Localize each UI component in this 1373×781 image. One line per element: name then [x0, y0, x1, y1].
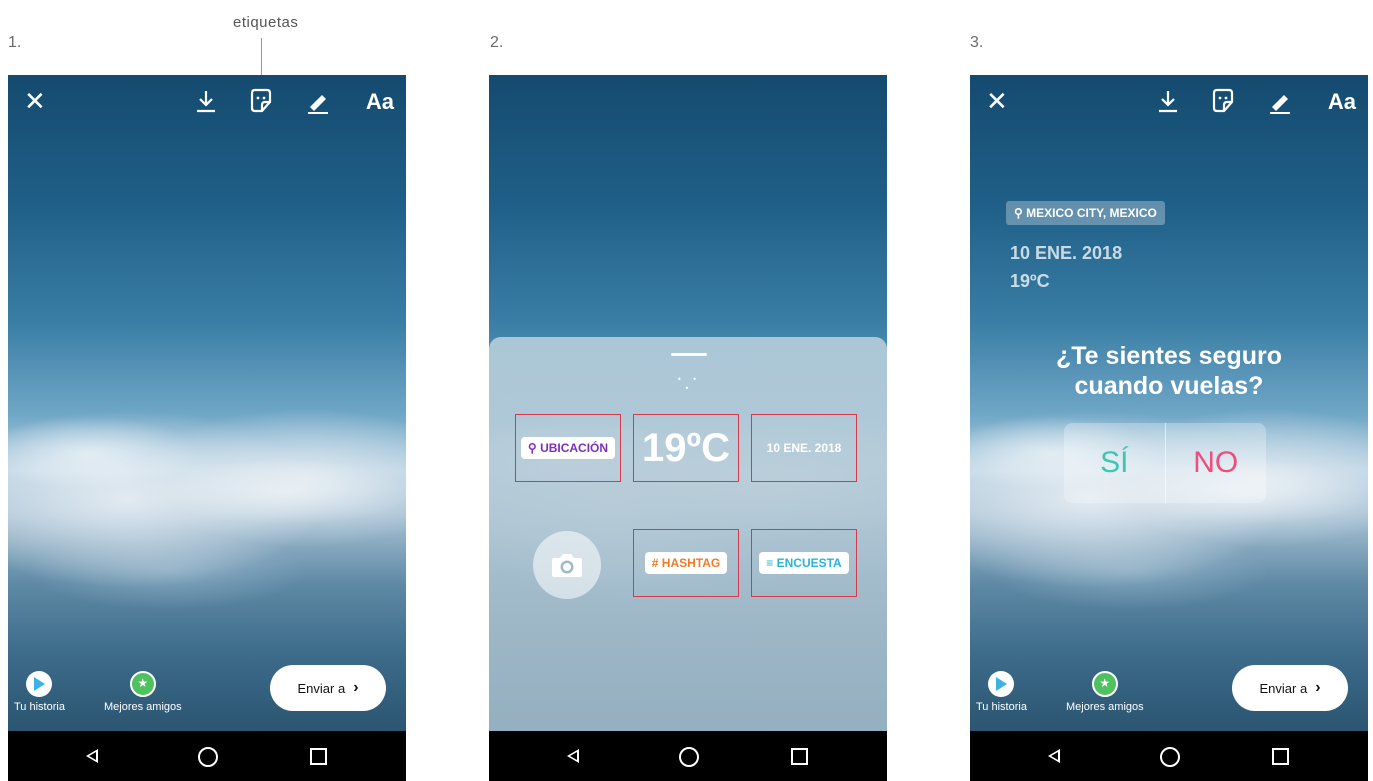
- poll-question-line-2: cuando vuelas?: [1074, 372, 1264, 400]
- poll-question-line-1: ¿Te sientes seguro: [1056, 342, 1282, 370]
- sticker-icon[interactable]: [1210, 87, 1236, 119]
- text-icon[interactable]: Aa: [366, 87, 394, 117]
- recent-apps-icon[interactable]: [1272, 748, 1289, 765]
- your-story-button[interactable]: Tu historia: [14, 671, 65, 713]
- hashtag-sticker-label: # HASHTAG: [644, 552, 728, 574]
- send-to-button[interactable]: Enviar a ›: [1232, 665, 1348, 711]
- poll-sticker-label: ≡ ENCUESTA: [759, 552, 849, 574]
- send-to-label: Enviar a: [297, 680, 346, 696]
- location-sticker[interactable]: ⚲ UBICACIÓN: [515, 414, 621, 482]
- your-story-label: Tu historia: [14, 701, 65, 713]
- close-icon[interactable]: ✕: [24, 87, 46, 117]
- temperature-sticker[interactable]: 19ºC: [633, 414, 739, 482]
- location-pin-icon: ⚲: [1014, 206, 1023, 220]
- date-sticker[interactable]: 10 ENE. 2018: [751, 414, 857, 482]
- poll-sticker[interactable]: ≡ ENCUESTA: [751, 529, 857, 597]
- phone-screen-2: • • • ⚲ UBICACIÓN 19ºC 10 ENE. 2018 # HA…: [489, 75, 887, 781]
- editor-toolbar: ✕ Aa: [970, 87, 1368, 117]
- poll-question[interactable]: ¿Te sientes seguro cuando vuelas?: [970, 341, 1368, 401]
- phone-screen-1: ✕ Aa Tu historia Mejores amigos Enviar a…: [8, 75, 406, 781]
- sticker-icon[interactable]: [248, 87, 274, 119]
- close-friends-label: Mejores amigos: [1066, 701, 1144, 713]
- cloud-layer: [970, 375, 1368, 635]
- tray-handle[interactable]: [671, 353, 707, 356]
- location-sticker-label: ⚲ UBICACIÓN: [520, 437, 616, 459]
- poll-widget: SÍ NO: [1064, 423, 1266, 503]
- step-number-3: 3.: [970, 34, 984, 51]
- download-icon[interactable]: [194, 87, 218, 119]
- camera-icon: [552, 554, 582, 577]
- back-icon[interactable]: [1048, 749, 1060, 763]
- sticker-tray: • • • ⚲ UBICACIÓN 19ºC 10 ENE. 2018 # HA…: [489, 337, 887, 731]
- text-icon[interactable]: Aa: [1328, 87, 1356, 117]
- poll-option-no[interactable]: NO: [1166, 423, 1267, 503]
- temperature-sticker-label: 19ºC: [642, 425, 730, 470]
- poll-icon: ≡: [766, 556, 774, 570]
- story-avatar-icon: [26, 671, 53, 697]
- android-nav-bar: [8, 731, 406, 781]
- phone-screen-3: ✕ Aa ⚲ MEXICO CITY, MEXICO 10 ENE. 2018 …: [970, 75, 1368, 781]
- close-friends-button[interactable]: Mejores amigos: [104, 671, 182, 713]
- camera-sticker[interactable]: [533, 531, 601, 599]
- close-friends-button[interactable]: Mejores amigos: [1066, 671, 1144, 713]
- back-icon[interactable]: [86, 749, 98, 763]
- recent-apps-icon[interactable]: [310, 748, 327, 765]
- recent-apps-icon[interactable]: [791, 748, 808, 765]
- home-icon[interactable]: [198, 747, 218, 767]
- location-tag[interactable]: ⚲ MEXICO CITY, MEXICO: [1006, 201, 1165, 225]
- home-icon[interactable]: [679, 747, 699, 767]
- story-avatar-icon: [988, 671, 1015, 697]
- star-icon: [129, 671, 156, 697]
- cloud-layer: [8, 375, 406, 635]
- download-icon[interactable]: [1156, 87, 1180, 119]
- editor-toolbar: ✕ Aa: [8, 87, 406, 117]
- draw-icon[interactable]: [306, 87, 332, 119]
- chevron-right-icon: ›: [353, 679, 359, 696]
- location-pin-icon: ⚲: [527, 441, 537, 455]
- date-tag[interactable]: 10 ENE. 2018: [1010, 243, 1122, 264]
- poll-option-yes[interactable]: SÍ: [1064, 423, 1166, 503]
- date-sticker-label: 10 ENE. 2018: [766, 441, 842, 455]
- your-story-button[interactable]: Tu historia: [976, 671, 1027, 713]
- temperature-tag[interactable]: 19ºC: [1010, 271, 1050, 292]
- home-icon[interactable]: [1160, 747, 1180, 767]
- android-nav-bar: [970, 731, 1368, 781]
- callout-line: [261, 38, 262, 80]
- close-icon[interactable]: ✕: [986, 87, 1008, 117]
- callout-label-etiquetas: etiquetas: [233, 14, 299, 31]
- star-icon: [1091, 671, 1118, 697]
- back-icon[interactable]: [567, 749, 579, 763]
- send-to-button[interactable]: Enviar a ›: [270, 665, 386, 711]
- android-nav-bar: [489, 731, 887, 781]
- send-to-label: Enviar a: [1259, 680, 1308, 696]
- draw-icon[interactable]: [1268, 87, 1294, 119]
- your-story-label: Tu historia: [976, 701, 1027, 713]
- hashtag-sticker[interactable]: # HASHTAG: [633, 529, 739, 597]
- page-dots: • • •: [677, 375, 701, 393]
- close-friends-label: Mejores amigos: [104, 701, 182, 713]
- step-number-2: 2.: [490, 34, 504, 51]
- chevron-right-icon: ›: [1315, 679, 1321, 696]
- step-number-1: 1.: [8, 34, 22, 51]
